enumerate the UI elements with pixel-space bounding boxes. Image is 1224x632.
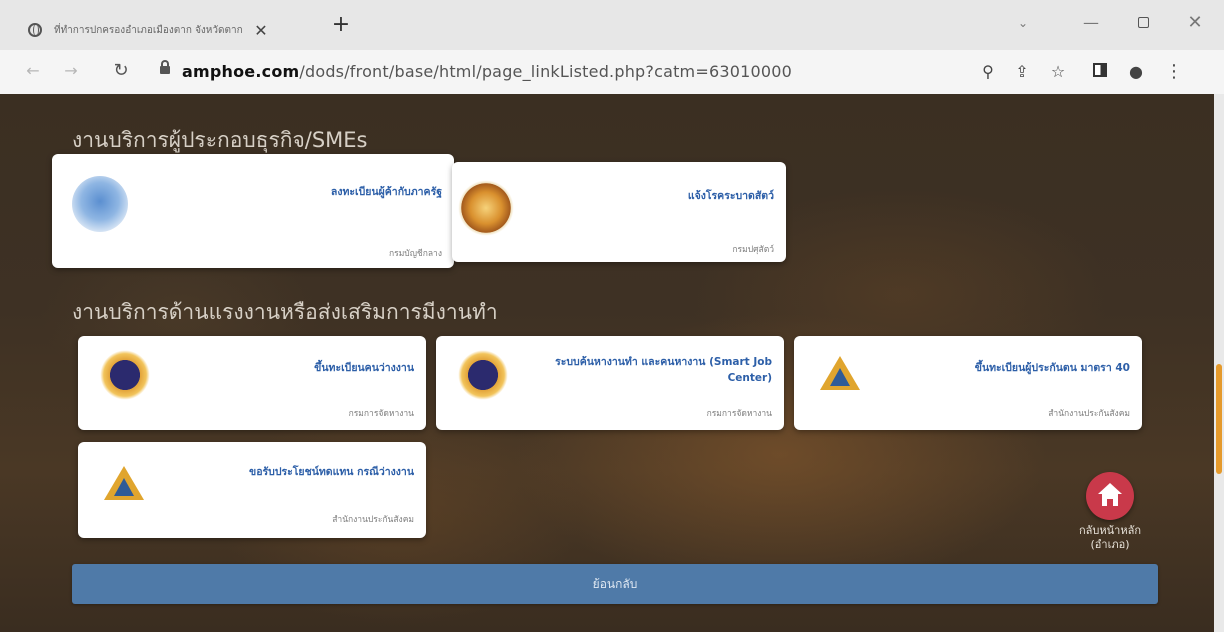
forward-icon[interactable]: → (60, 60, 82, 82)
home-icon (1098, 483, 1122, 494)
window-close-icon[interactable]: ✕ (1184, 12, 1206, 34)
social-security-logo (820, 356, 860, 392)
card-title: แจ้งโรคระบาดสัตว์ (687, 190, 774, 202)
back-icon[interactable]: ← (22, 60, 44, 82)
scrollbar-thumb[interactable] (1216, 364, 1222, 474)
menu-icon[interactable]: ⋮ (1164, 62, 1184, 82)
garuda-logo (72, 176, 128, 232)
page-content: งานบริการผู้ประกอบธุรกิจ/SMEs ลงทะเบียนผ… (0, 94, 1224, 632)
employment-dept-logo (100, 350, 150, 400)
plus-icon[interactable]: + (330, 14, 352, 36)
back-button-label: ย้อนกลับ (592, 577, 638, 591)
section-title-labor: งานบริการด้านแรงงานหรือส่งเสริมการมีงานท… (72, 300, 498, 324)
card-agency: สำนักงานประกันสังคม (1048, 409, 1130, 419)
card-agency: กรมการจัดหางาน (348, 409, 414, 419)
tab-search-chevron-icon[interactable]: ⌄ (1012, 12, 1034, 34)
reload-icon[interactable]: ↻ (110, 60, 132, 82)
service-card-unemployment-benefit[interactable]: ขอรับประโยชน์ทดแทน กรณีว่างงาน สำนักงานป… (78, 442, 426, 538)
url-path: /dods/front/base/html/page_linkListed.ph… (299, 62, 792, 81)
service-card-smart-job-center[interactable]: ระบบค้นหางานทำ และคนหางาน (Smart Job Cen… (436, 336, 784, 430)
service-card-unemployed-register[interactable]: ขึ้นทะเบียนคนว่างงาน กรมการจัดหางาน (78, 336, 426, 430)
star-icon[interactable]: ☆ (1048, 62, 1068, 82)
employment-dept-logo (458, 350, 508, 400)
home-button[interactable] (1086, 472, 1134, 520)
card-agency: กรมบัญชีกลาง (388, 249, 442, 259)
side-panel-icon[interactable] (1090, 62, 1110, 82)
profile-icon[interactable]: ● (1126, 62, 1146, 82)
back-button[interactable]: ย้อนกลับ (72, 564, 1158, 604)
service-card-insured-section40[interactable]: ขึ้นทะเบียนผู้ประกันตน มาตรา 40 สำนักงาน… (794, 336, 1142, 430)
card-title: ลงทะเบียนผู้ค้ากับภาครัฐ (330, 186, 442, 198)
minimize-icon[interactable]: — (1080, 12, 1102, 34)
lock-icon[interactable] (160, 60, 170, 74)
section-title-smes: งานบริการผู้ประกอบธุรกิจ/SMEs (72, 128, 368, 152)
zoom-icon[interactable]: ⚲ (978, 62, 998, 82)
browser-toolbar: ← → ↻ amphoe.com/dods/front/base/html/pa… (0, 50, 1224, 94)
globe-icon (28, 23, 42, 37)
card-title: ขอรับประโยชน์ทดแทน กรณีว่างงาน (249, 466, 414, 478)
browser-tab-strip: ที่ทำการปกครองอำเภอเมืองตาก จังหวัดตาก ✕… (0, 0, 1224, 50)
maximize-icon[interactable] (1132, 12, 1154, 34)
share-icon[interactable]: ⇪ (1012, 62, 1032, 82)
scrollbar-track[interactable] (1214, 94, 1224, 632)
card-title: ขึ้นทะเบียนคนว่างงาน (314, 362, 414, 374)
social-security-logo (104, 466, 144, 502)
browser-tab[interactable]: ที่ทำการปกครองอำเภอเมืองตาก จังหวัดตาก ✕ (14, 10, 314, 50)
livestock-logo (458, 180, 514, 236)
card-agency: กรมการจัดหางาน (706, 409, 772, 419)
tab-title: ที่ทำการปกครองอำเภอเมืองตาก จังหวัดตาก (54, 24, 243, 36)
card-title: ขึ้นทะเบียนผู้ประกันตน มาตรา 40 (974, 362, 1130, 374)
address-bar[interactable]: amphoe.com/dods/front/base/html/page_lin… (182, 62, 792, 81)
close-icon[interactable]: ✕ (252, 21, 270, 40)
card-title: ระบบค้นหางานทำ และคนหางาน (Smart Job Cen… (555, 356, 772, 384)
service-card-animal-disease[interactable]: แจ้งโรคระบาดสัตว์ กรมปศุสัตว์ (452, 162, 786, 262)
home-button-label[interactable]: กลับหน้าหลัก (อำเภอ) (1062, 524, 1158, 552)
card-agency: กรมปศุสัตว์ (732, 245, 774, 255)
url-host: amphoe.com (182, 62, 300, 81)
card-agency: สำนักงานประกันสังคม (332, 515, 414, 525)
service-card-gov-vendor[interactable]: ลงทะเบียนผู้ค้ากับภาครัฐ กรมบัญชีกลาง (52, 154, 454, 268)
